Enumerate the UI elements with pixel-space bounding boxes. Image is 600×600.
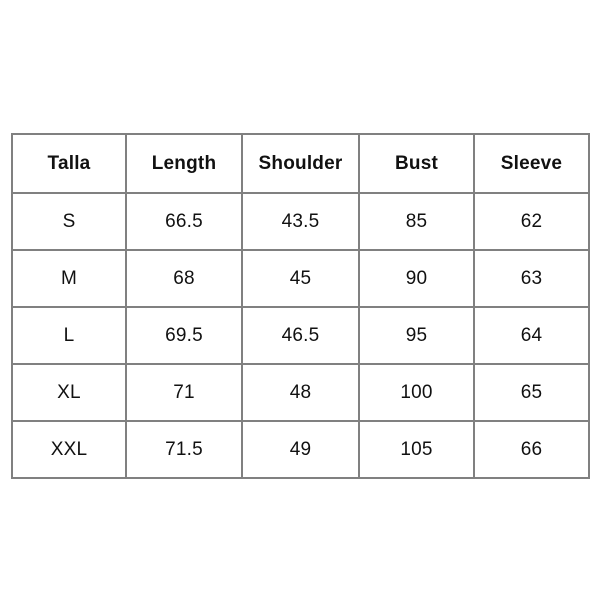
table-row: L 69.5 46.5 95 64	[11, 306, 590, 365]
column-header-sleeve: Sleeve	[473, 133, 590, 194]
cell-sleeve: 62	[473, 192, 590, 251]
cell-bust: 85	[358, 192, 475, 251]
cell-sleeve: 64	[473, 306, 590, 365]
cell-bust: 95	[358, 306, 475, 365]
cell-length: 69.5	[125, 306, 243, 365]
column-header-bust: Bust	[358, 133, 475, 194]
cell-size: XXL	[11, 420, 127, 479]
cell-size: M	[11, 249, 127, 308]
table-header: Talla Length Shoulder Bust Sleeve	[11, 133, 590, 194]
cell-shoulder: 43.5	[241, 192, 360, 251]
column-header-length: Length	[125, 133, 243, 194]
table-row: XXL 71.5 49 105 66	[11, 420, 590, 479]
table-row: M 68 45 90 63	[11, 249, 590, 308]
cell-bust: 105	[358, 420, 475, 479]
column-header-shoulder: Shoulder	[241, 133, 360, 194]
cell-sleeve: 66	[473, 420, 590, 479]
cell-length: 68	[125, 249, 243, 308]
table-row: XL 71 48 100 65	[11, 363, 590, 422]
size-chart-table: Talla Length Shoulder Bust Sleeve S 66.5…	[11, 133, 590, 479]
table-body: S 66.5 43.5 85 62 M 68 45 90 63 L 69.5 4…	[11, 192, 590, 479]
cell-size: L	[11, 306, 127, 365]
column-header-size: Talla	[11, 133, 127, 194]
table-row: S 66.5 43.5 85 62	[11, 192, 590, 251]
cell-shoulder: 46.5	[241, 306, 360, 365]
cell-length: 71.5	[125, 420, 243, 479]
cell-bust: 90	[358, 249, 475, 308]
cell-size: S	[11, 192, 127, 251]
cell-shoulder: 48	[241, 363, 360, 422]
cell-length: 66.5	[125, 192, 243, 251]
cell-shoulder: 45	[241, 249, 360, 308]
cell-sleeve: 65	[473, 363, 590, 422]
cell-size: XL	[11, 363, 127, 422]
cell-shoulder: 49	[241, 420, 360, 479]
page-canvas: Talla Length Shoulder Bust Sleeve S 66.5…	[0, 0, 600, 600]
cell-bust: 100	[358, 363, 475, 422]
cell-length: 71	[125, 363, 243, 422]
table-header-row: Talla Length Shoulder Bust Sleeve	[11, 133, 590, 194]
cell-sleeve: 63	[473, 249, 590, 308]
